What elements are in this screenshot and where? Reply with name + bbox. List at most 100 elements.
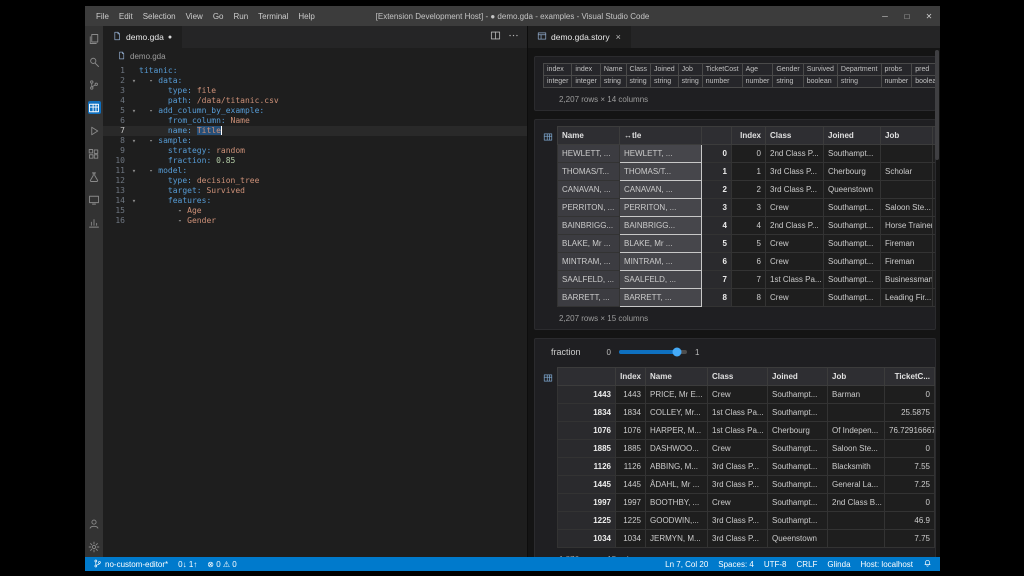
menu-edit[interactable]: Edit xyxy=(114,12,138,21)
line-number[interactable]: 11 xyxy=(103,166,129,176)
source-control-icon[interactable] xyxy=(88,78,101,91)
line-number[interactable]: 15 xyxy=(103,206,129,216)
webview-scrollbar[interactable] xyxy=(935,50,939,160)
menu-file[interactable]: File xyxy=(91,12,114,21)
breadcrumb[interactable]: demo.gda xyxy=(103,48,527,64)
menu-help[interactable]: Help xyxy=(293,12,319,21)
search-icon[interactable] xyxy=(88,55,101,68)
line-number[interactable]: 3 xyxy=(103,86,129,96)
column-header[interactable]: TicketC... xyxy=(885,368,935,386)
menu-terminal[interactable]: Terminal xyxy=(253,12,293,21)
menu-view[interactable]: View xyxy=(181,12,208,21)
line-number[interactable]: 2 xyxy=(103,76,129,86)
settings-icon[interactable] xyxy=(88,540,101,553)
problems-status[interactable]: ⊗ 0 ⚠ 0 xyxy=(207,560,236,569)
table-row[interactable]: CANAVAN, ...CANAVAN, ...223rd Class P...… xyxy=(558,181,937,199)
table-row[interactable]: 18851885DASHWOO...CrewSouthampt...Saloon… xyxy=(558,440,937,458)
code-line-1[interactable]: 1titanic: xyxy=(103,66,527,76)
column-header[interactable]: Joined xyxy=(824,127,881,145)
line-number[interactable]: 14 xyxy=(103,196,129,206)
line-number[interactable]: 7 xyxy=(103,126,129,136)
code-line-16[interactable]: 16 - Gender xyxy=(103,216,527,226)
line-number[interactable]: 4 xyxy=(103,96,129,106)
run-and-debug-icon[interactable] xyxy=(88,124,101,137)
column-header[interactable]: Job xyxy=(881,127,933,145)
eol[interactable]: CRLF xyxy=(797,560,818,569)
minimize-button[interactable]: ─ xyxy=(874,6,896,26)
line-number[interactable]: 13 xyxy=(103,186,129,196)
code-line-12[interactable]: 12 type: decision_tree xyxy=(103,176,527,186)
remote-explorer-icon[interactable] xyxy=(88,193,101,206)
column-header[interactable]: ↔tle xyxy=(620,127,702,145)
explorer-icon[interactable] xyxy=(88,32,101,45)
account-icon[interactable] xyxy=(88,517,101,530)
host[interactable]: Host: localhost xyxy=(861,560,913,569)
line-number[interactable]: 1 xyxy=(103,66,129,76)
sync-status[interactable]: 0↓ 1↑ xyxy=(178,560,197,569)
code-line-6[interactable]: 6 from_column: Name xyxy=(103,116,527,126)
column-header[interactable] xyxy=(558,368,616,386)
fraction-slider[interactable] xyxy=(619,350,687,354)
maximize-button[interactable]: □ xyxy=(896,6,918,26)
table-row[interactable]: SAALFELD, ...SAALFELD, ...771st Class Pa… xyxy=(558,271,937,289)
code-line-13[interactable]: 13 target: Survived xyxy=(103,186,527,196)
tab-demo-gda-story[interactable]: demo.gda.story × xyxy=(528,26,631,48)
code-line-7[interactable]: 7 name: Title xyxy=(103,126,527,136)
column-header[interactable]: Name xyxy=(646,368,708,386)
code-line-2[interactable]: 2▾ - data: xyxy=(103,76,527,86)
code-editor[interactable]: 1titanic:2▾ - data:3 type: file4 path: /… xyxy=(103,64,527,557)
data-story-extension-icon[interactable] xyxy=(88,101,101,114)
line-number[interactable]: 10 xyxy=(103,156,129,166)
code-line-4[interactable]: 4 path: /data/titanic.csv xyxy=(103,96,527,106)
code-line-11[interactable]: 11▾ - model: xyxy=(103,166,527,176)
testing-icon[interactable] xyxy=(88,170,101,183)
output-icon[interactable] xyxy=(88,216,101,229)
table-row[interactable]: 19971997BOOTHBY, ...CrewSouthampt...2nd … xyxy=(558,494,937,512)
column-header[interactable]: Joined xyxy=(768,368,828,386)
column-header[interactable]: Name xyxy=(558,127,620,145)
column-header[interactable]: Class xyxy=(708,368,768,386)
line-number[interactable]: 8 xyxy=(103,136,129,146)
code-line-5[interactable]: 5▾ - add_column_by_example: xyxy=(103,106,527,116)
encoding[interactable]: UTF-8 xyxy=(764,560,787,569)
menu-selection[interactable]: Selection xyxy=(138,12,181,21)
fold-icon[interactable]: ▾ xyxy=(129,106,139,116)
line-number[interactable]: 9 xyxy=(103,146,129,156)
fold-icon[interactable]: ▾ xyxy=(129,196,139,206)
code-line-9[interactable]: 9 strategy: random xyxy=(103,146,527,156)
split-editor-icon[interactable] xyxy=(490,28,501,46)
table-row[interactable]: 18341834COLLEY, Mr...1st Class Pa...Sout… xyxy=(558,404,937,422)
extensions-icon[interactable] xyxy=(88,147,101,160)
menu-go[interactable]: Go xyxy=(208,12,229,21)
table-row[interactable]: 14451445ÅDAHL, Mr ...3rd Class P...South… xyxy=(558,476,937,494)
code-line-3[interactable]: 3 type: file xyxy=(103,86,527,96)
table-row[interactable]: HEWLETT, ...HEWLETT, ...002nd Class P...… xyxy=(558,145,937,163)
table-row[interactable]: 10761076HARPER, M...1st Class Pa...Cherb… xyxy=(558,422,937,440)
branch-status[interactable]: no-custom-editor* xyxy=(93,559,168,570)
column-header[interactable]: Class xyxy=(766,127,824,145)
menu-run[interactable]: Run xyxy=(228,12,253,21)
table-row[interactable]: MINTRAM, ...MINTRAM, ...66CrewSouthampt.… xyxy=(558,253,937,271)
tab-demo-gda[interactable]: demo.gda ● xyxy=(103,26,182,48)
code-line-10[interactable]: 10 fraction: 0.85 xyxy=(103,156,527,166)
cursor-position[interactable]: Ln 7, Col 20 xyxy=(665,560,708,569)
close-button[interactable]: ✕ xyxy=(918,6,940,26)
table-row[interactable]: BAINBRIGG...BAINBRIGG...442nd Class P...… xyxy=(558,217,937,235)
table-row[interactable]: 11261126ABBING, M...3rd Class P...Southa… xyxy=(558,458,937,476)
more-actions-icon[interactable] xyxy=(508,28,519,46)
slider-thumb[interactable] xyxy=(672,348,681,357)
table-row[interactable]: 10341034JERMYN, M...3rd Class P...Queens… xyxy=(558,530,937,548)
table-row[interactable]: BLAKE, Mr ...BLAKE, Mr ...55CrewSouthamp… xyxy=(558,235,937,253)
fold-icon[interactable]: ▾ xyxy=(129,166,139,176)
code-line-14[interactable]: 14▾ features: xyxy=(103,196,527,206)
line-number[interactable]: 12 xyxy=(103,176,129,186)
fold-icon[interactable]: ▾ xyxy=(129,136,139,146)
language-mode[interactable]: Glinda xyxy=(827,560,850,569)
fold-icon[interactable]: ▾ xyxy=(129,76,139,86)
line-number[interactable]: 6 xyxy=(103,116,129,126)
line-number[interactable]: 16 xyxy=(103,216,129,226)
column-header[interactable]: A... xyxy=(935,368,937,386)
column-header[interactable]: Index xyxy=(732,127,766,145)
indentation[interactable]: Spaces: 4 xyxy=(718,560,754,569)
close-tab-icon[interactable]: × xyxy=(616,32,621,42)
